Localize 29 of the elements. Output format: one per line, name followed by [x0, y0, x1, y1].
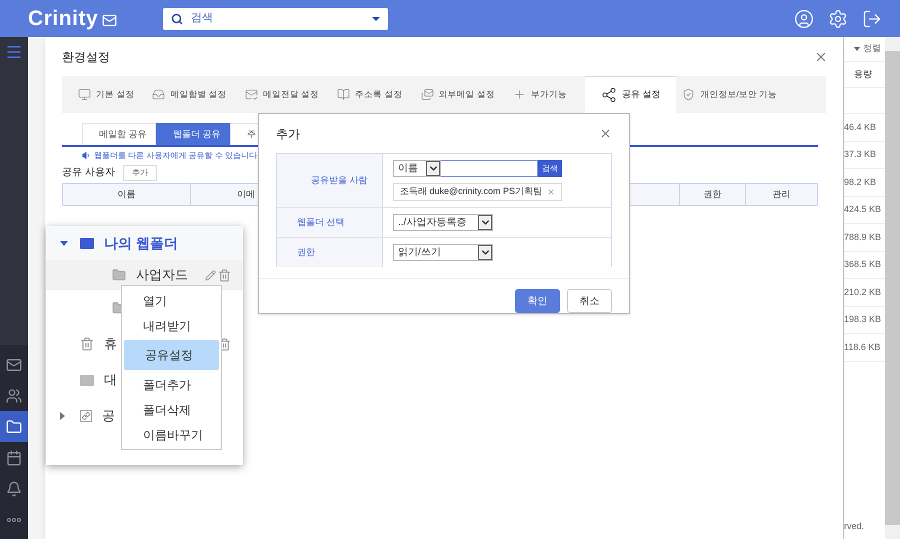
file-size: 788.9 KB: [844, 230, 882, 244]
folder-name: 휴: [104, 335, 117, 354]
column-header: 권한: [679, 184, 745, 205]
section-label: 공유 사용자: [62, 166, 115, 180]
copyright-text: rved.: [844, 520, 864, 534]
column-header: 이름: [63, 184, 191, 205]
file-size: 210.2 KB: [844, 286, 882, 298]
column-header: 이메: [236, 188, 256, 201]
file-size: 198.3 KB: [844, 313, 882, 326]
dialog-title: 추가: [276, 126, 300, 142]
file-size: 37.3 KB: [844, 148, 876, 161]
form-label: 공유받을 사람: [311, 174, 368, 187]
logo: Crinity: [28, 6, 98, 32]
column-header: 관리: [745, 184, 817, 205]
file-size: 368.5 KB: [844, 258, 882, 271]
file-size: 46.4 KB: [844, 120, 876, 134]
form-label: 웹폴더 선택: [297, 216, 345, 229]
recipient-text: 조득래 duke@crinity.com PS기획팀: [400, 185, 542, 198]
notice-text: 웹폴더를 다른 사용자에게 공유할 수 있습니다.: [94, 150, 260, 162]
folder-name: 나의 웹폴더: [104, 234, 178, 252]
form-label: 권한: [297, 246, 315, 259]
folder-name: 사업자드: [136, 266, 188, 284]
modal-title: 환경설정: [62, 48, 110, 66]
file-size: 98.2 KB: [844, 176, 876, 188]
folder-name: 공: [102, 407, 115, 426]
file-size: 118.6 KB: [844, 340, 880, 354]
folder-name: 대: [104, 371, 117, 390]
file-size: 424.5 KB: [844, 203, 882, 216]
column-header: 용량: [854, 68, 872, 81]
